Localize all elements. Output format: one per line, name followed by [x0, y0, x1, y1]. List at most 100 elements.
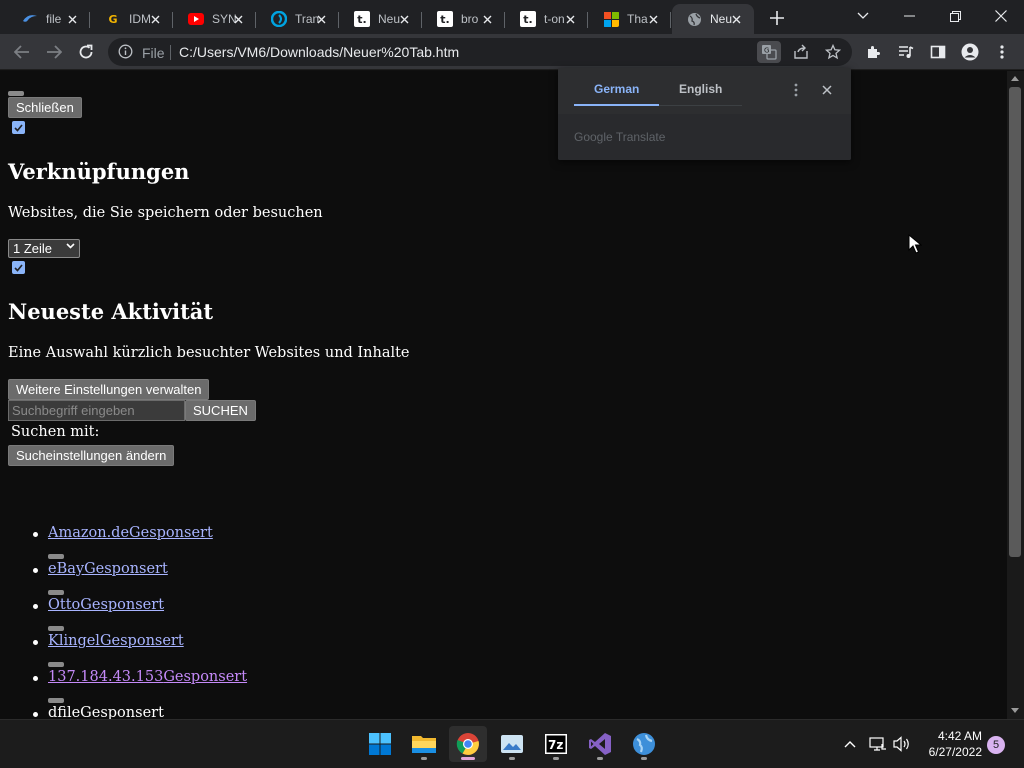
- volume-button[interactable]: [892, 734, 912, 754]
- page-scrollbar[interactable]: [1007, 71, 1024, 719]
- close-tab-icon[interactable]: [230, 11, 246, 27]
- minimize-button[interactable]: [886, 0, 932, 32]
- list-bullet: [33, 712, 38, 717]
- forward-button[interactable]: [40, 38, 68, 66]
- system-clock[interactable]: 4:42 AM 6/27/2022: [916, 728, 982, 760]
- target-language-tab[interactable]: English: [679, 82, 722, 96]
- sponsored-link[interactable]: OttoGesponsert: [48, 597, 164, 613]
- browser-tab[interactable]: t. t-on: [506, 4, 588, 34]
- small-button[interactable]: [48, 698, 64, 703]
- close-tab-icon[interactable]: [147, 11, 163, 27]
- browser-tab-active[interactable]: Neu: [672, 4, 754, 34]
- browser-tab[interactable]: Tran: [257, 4, 339, 34]
- translate-options-button[interactable]: [786, 80, 806, 100]
- 7zip-taskbar-button[interactable]: 7z: [537, 726, 575, 762]
- side-panel-button[interactable]: [924, 38, 952, 66]
- browser-tab[interactable]: t. Neu: [340, 4, 422, 34]
- t-online-favicon-icon: t.: [520, 11, 536, 27]
- small-button[interactable]: [48, 662, 64, 667]
- small-button[interactable]: [8, 91, 24, 96]
- browser-tab[interactable]: t. bro: [423, 4, 505, 34]
- svg-text:7z: 7z: [548, 738, 563, 752]
- sponsored-link[interactable]: KlingelGesponsert: [48, 633, 184, 649]
- close-tab-icon[interactable]: [645, 11, 661, 27]
- sponsored-link[interactable]: Amazon.deGesponsert: [48, 525, 213, 541]
- swirl-favicon-icon: [22, 11, 38, 27]
- close-tab-icon[interactable]: [728, 11, 744, 27]
- search-settings-button[interactable]: Sucheinstellungen ändern: [8, 445, 175, 466]
- scroll-up-arrow-icon[interactable]: [1011, 76, 1019, 81]
- close-tab-icon[interactable]: [479, 11, 495, 27]
- close-window-button[interactable]: [978, 0, 1024, 32]
- tab-strip: file G IDM SYN Tran t. Neu t. bro t. t-o…: [0, 0, 1024, 34]
- scrollbar-thumb[interactable]: [1009, 87, 1021, 557]
- source-language-tab[interactable]: German: [594, 82, 639, 96]
- translate-close-button[interactable]: [817, 80, 837, 100]
- list-bullet: [33, 676, 38, 681]
- close-tab-icon[interactable]: [64, 11, 80, 27]
- profile-avatar-icon: [961, 43, 979, 61]
- checkbox[interactable]: [12, 261, 25, 274]
- share-icon[interactable]: [789, 41, 813, 63]
- profile-button[interactable]: [956, 38, 984, 66]
- g-favicon-icon: G: [108, 12, 118, 26]
- t-online-favicon-icon: t.: [437, 11, 453, 27]
- search-button[interactable]: SUCHEN: [185, 400, 256, 421]
- file-explorer-button[interactable]: [405, 726, 443, 762]
- tray-overflow-button[interactable]: [840, 734, 860, 754]
- youtube-favicon-icon: [188, 11, 204, 27]
- close-tab-icon[interactable]: [313, 11, 329, 27]
- globe-app-icon: [633, 733, 655, 755]
- search-with-label: Suchen mit:: [11, 424, 100, 440]
- sponsored-link[interactable]: 137.184.43.153Gesponsert: [48, 669, 247, 685]
- url-text[interactable]: C:/Users/VM6/Downloads/Neuer%20Tab.htm: [179, 44, 459, 60]
- address-bar[interactable]: File C:/Users/VM6/Downloads/Neuer%20Tab.…: [108, 38, 852, 66]
- close-tab-icon[interactable]: [396, 11, 412, 27]
- manage-settings-button[interactable]: Weitere Einstellungen verwalten: [8, 379, 210, 400]
- rows-select[interactable]: 1 Zeile: [8, 239, 80, 258]
- bookmark-star-icon[interactable]: [821, 41, 845, 63]
- tab-search-button[interactable]: [840, 0, 886, 32]
- extensions-button[interactable]: [860, 38, 888, 66]
- t-online-favicon-icon: t.: [354, 11, 370, 27]
- list-bullet: [33, 604, 38, 609]
- small-button[interactable]: [48, 590, 64, 595]
- info-icon[interactable]: [118, 44, 133, 59]
- media-controls-button[interactable]: [892, 38, 920, 66]
- network-status-button[interactable]: [868, 734, 888, 754]
- restore-icon: [949, 10, 961, 22]
- file-explorer-icon: [412, 736, 436, 753]
- small-button[interactable]: [48, 554, 64, 559]
- browser-tab[interactable]: G IDM: [91, 4, 173, 34]
- close-button[interactable]: Schließen: [8, 97, 82, 118]
- photos-taskbar-button[interactable]: [493, 726, 531, 762]
- sponsored-link[interactable]: dfileGesponsert: [48, 705, 164, 719]
- checkbox[interactable]: [12, 121, 25, 134]
- notification-badge[interactable]: 5: [987, 736, 1005, 754]
- plus-icon: [770, 11, 784, 25]
- start-button[interactable]: [361, 726, 399, 762]
- sponsored-link[interactable]: eBayGesponsert: [48, 561, 168, 577]
- browser-tab[interactable]: Tha: [589, 4, 671, 34]
- small-button[interactable]: [48, 626, 64, 631]
- list-bullet: [33, 568, 38, 573]
- translate-favicon-icon: [271, 11, 287, 27]
- recent-activity-heading: Neueste Aktivität: [8, 299, 214, 324]
- menu-button[interactable]: [988, 38, 1016, 66]
- search-input[interactable]: Suchbegriff eingeben: [8, 400, 185, 421]
- globe-app-taskbar-button[interactable]: [625, 726, 663, 762]
- new-tab-button[interactable]: [766, 7, 788, 29]
- reload-button[interactable]: [72, 38, 100, 66]
- translate-page-icon[interactable]: G: [757, 41, 781, 63]
- restore-button[interactable]: [932, 0, 978, 32]
- url-scheme-label: File: [142, 45, 165, 61]
- page-content: Schließen Verknüpfungen Websites, die Si…: [0, 71, 1007, 719]
- visual-studio-taskbar-button[interactable]: [581, 726, 619, 762]
- back-button[interactable]: [8, 38, 36, 66]
- browser-tab[interactable]: file: [8, 4, 90, 34]
- browser-tab[interactable]: SYN: [174, 4, 256, 34]
- chrome-taskbar-button[interactable]: [449, 726, 487, 762]
- scroll-down-arrow-icon[interactable]: [1011, 708, 1019, 713]
- close-tab-icon[interactable]: [562, 11, 578, 27]
- clock-date: 6/27/2022: [928, 745, 982, 759]
